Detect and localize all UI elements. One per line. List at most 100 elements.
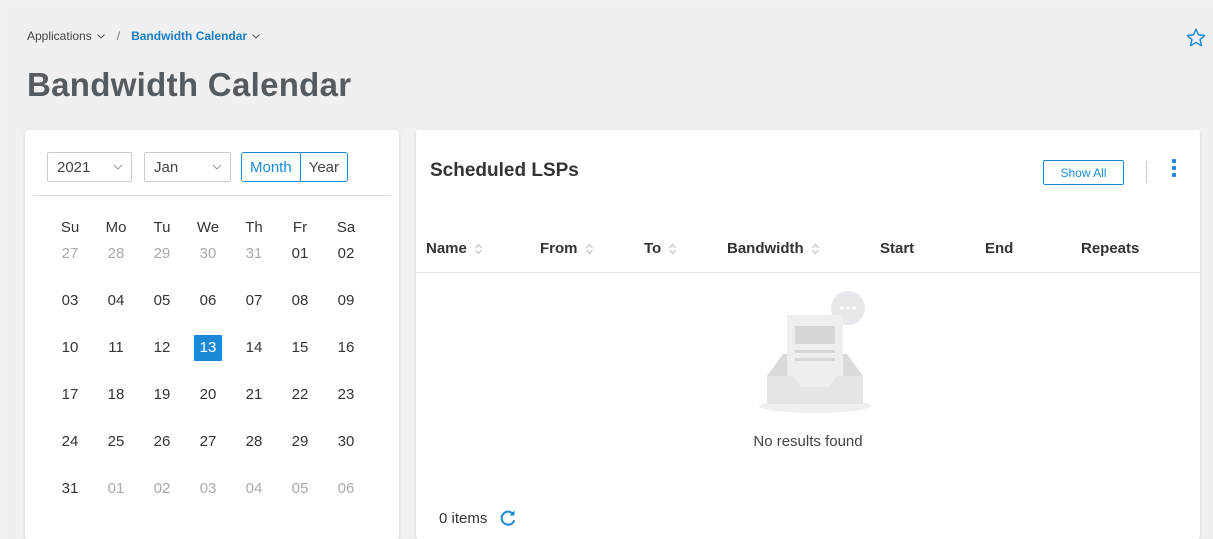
- calendar-week-row: 17 18 19 20 21 22 23: [47, 382, 369, 429]
- panel-title: Scheduled LSPs: [430, 160, 579, 181]
- calendar-day[interactable]: 23: [332, 382, 360, 408]
- calendar-day[interactable]: 30: [332, 429, 360, 455]
- calendar-day-cell: 29: [139, 241, 185, 265]
- calendar-day-other-month[interactable]: 02: [148, 476, 176, 502]
- calendar-day-cell: 24: [47, 429, 93, 453]
- calendar-day-other-month[interactable]: 28: [102, 241, 130, 267]
- calendar-day[interactable]: 02: [332, 241, 360, 267]
- calendar-day[interactable]: 03: [56, 288, 84, 314]
- month-select[interactable]: Jan: [144, 152, 231, 182]
- divider: [1146, 161, 1147, 183]
- view-year-button[interactable]: Year: [299, 153, 347, 181]
- weekday-label: Sa: [336, 219, 356, 236]
- calendar-day[interactable]: 12: [148, 335, 176, 361]
- calendar-day[interactable]: 09: [332, 288, 360, 314]
- calendar-day-cell: 02: [139, 476, 185, 500]
- chevron-down-icon: [252, 34, 260, 39]
- divider: [33, 195, 391, 196]
- calendar-day-cell: 22: [277, 382, 323, 406]
- calendar-day[interactable]: 20: [194, 382, 222, 408]
- calendar-day[interactable]: 06: [194, 288, 222, 314]
- calendar-day-cell: 28: [93, 241, 139, 265]
- calendar-day-other-month[interactable]: 05: [286, 476, 314, 502]
- column-header-from[interactable]: From: [540, 240, 593, 257]
- column-header-repeats[interactable]: Repeats: [1081, 240, 1139, 257]
- calendar-day-cell: 15: [277, 335, 323, 359]
- calendar-day-cell: 12: [139, 335, 185, 359]
- calendar-day[interactable]: 25: [102, 429, 130, 455]
- calendar-day-cell: 16: [323, 335, 369, 359]
- breadcrumb-applications[interactable]: Applications: [27, 29, 105, 43]
- calendar-day-cell: 31: [47, 476, 93, 500]
- table-footer: 0 items: [439, 509, 517, 527]
- calendar-day[interactable]: 07: [240, 288, 268, 314]
- calendar-day[interactable]: 19: [148, 382, 176, 408]
- calendar-day[interactable]: 17: [56, 382, 84, 408]
- calendar-day[interactable]: 21: [240, 382, 268, 408]
- view-month-button[interactable]: Month: [242, 153, 300, 181]
- refresh-icon[interactable]: [499, 509, 517, 527]
- column-header-name[interactable]: Name: [426, 240, 482, 257]
- calendar-day-other-month[interactable]: 03: [194, 476, 222, 502]
- calendar-day[interactable]: 18: [102, 382, 130, 408]
- items-count: 0 items: [439, 509, 488, 527]
- calendar-day[interactable]: 27: [194, 429, 222, 455]
- calendar-day[interactable]: 28: [240, 429, 268, 455]
- breadcrumb-bandwidth-calendar[interactable]: Bandwidth Calendar: [131, 29, 260, 43]
- calendar-day-selected[interactable]: 13: [194, 335, 222, 361]
- weekday-label: Tu: [153, 219, 171, 236]
- calendar-day[interactable]: 15: [286, 335, 314, 361]
- column-header-label: To: [644, 240, 662, 257]
- calendar-day[interactable]: 04: [102, 288, 130, 314]
- calendar-day-cell: 30: [323, 429, 369, 453]
- column-header-bandwidth[interactable]: Bandwidth: [727, 240, 819, 257]
- calendar-day-other-month[interactable]: 30: [194, 241, 222, 267]
- calendar-day-cell: 01: [277, 241, 323, 265]
- calendar-day-cell: 03: [185, 476, 231, 500]
- calendar-week-row: 27 28 29 30 31 01 02: [47, 241, 369, 288]
- column-header-start[interactable]: Start: [880, 240, 914, 257]
- calendar-day[interactable]: 31: [56, 476, 84, 502]
- calendar-day[interactable]: 24: [56, 429, 84, 455]
- show-all-button[interactable]: Show All: [1043, 160, 1124, 185]
- calendar-day[interactable]: 08: [286, 288, 314, 314]
- calendar-week-row: 31 01 02 03 04 05 06: [47, 476, 369, 523]
- breadcrumb-current-label: Bandwidth Calendar: [131, 29, 248, 43]
- weekday-label: Su: [60, 219, 80, 236]
- year-select-value: 2021: [57, 158, 91, 176]
- calendar-day[interactable]: 22: [286, 382, 314, 408]
- calendar-day-other-month[interactable]: 27: [56, 241, 84, 267]
- calendar-day[interactable]: 16: [332, 335, 360, 361]
- calendar-day[interactable]: 29: [286, 429, 314, 455]
- calendar-day[interactable]: 10: [56, 335, 84, 361]
- calendar-day[interactable]: 14: [240, 335, 268, 361]
- calendar-day-cell: 17: [47, 382, 93, 406]
- column-header-label: From: [540, 240, 578, 257]
- calendar-grid: Su Mo Tu We Th Fr Sa 27 28 29 30 31 01 0…: [47, 216, 369, 523]
- calendar-day-cell: 25: [93, 429, 139, 453]
- column-header-end[interactable]: End: [985, 240, 1013, 257]
- calendar-day[interactable]: 05: [148, 288, 176, 314]
- calendar-day-other-month[interactable]: 29: [148, 241, 176, 267]
- calendar-day-other-month[interactable]: 31: [240, 241, 268, 267]
- calendar-day[interactable]: 01: [286, 241, 314, 267]
- sort-icon: [811, 243, 819, 254]
- calendar-day[interactable]: 26: [148, 429, 176, 455]
- more-options-icon[interactable]: [1170, 159, 1178, 183]
- weekday-label: We: [196, 219, 220, 236]
- calendar-day-other-month[interactable]: 01: [102, 476, 130, 502]
- calendar-day-cell: 04: [93, 288, 139, 312]
- calendar-day-cell: 14: [231, 335, 277, 359]
- calendar-day-cell: 26: [139, 429, 185, 453]
- column-header-label: Name: [426, 240, 467, 257]
- chevron-down-icon: [212, 164, 222, 170]
- calendar-day[interactable]: 11: [102, 335, 130, 361]
- year-select[interactable]: 2021: [47, 152, 132, 182]
- breadcrumb: Applications / Bandwidth Calendar: [27, 29, 260, 43]
- calendar-day-cell: 31: [231, 241, 277, 265]
- favorite-star-icon[interactable]: [1185, 27, 1207, 49]
- column-header-to[interactable]: To: [644, 240, 677, 257]
- calendar-day-other-month[interactable]: 06: [332, 476, 360, 502]
- calendar-day-other-month[interactable]: 04: [240, 476, 268, 502]
- calendar-day-cell: 05: [139, 288, 185, 312]
